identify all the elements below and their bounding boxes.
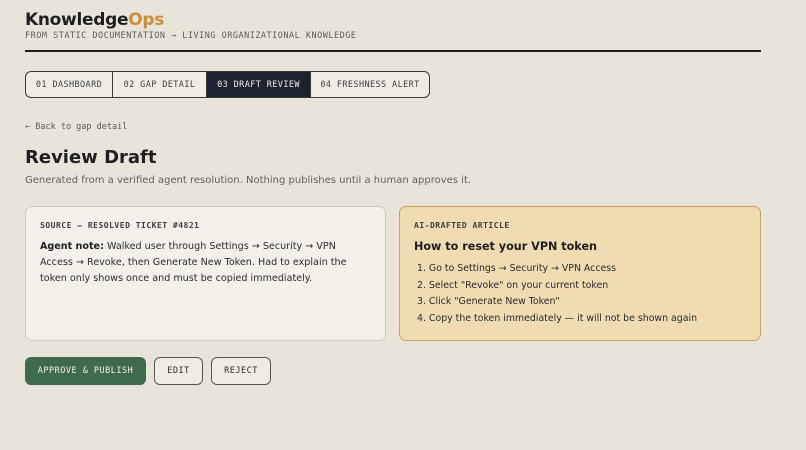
approve-publish-button[interactable]: APPROVE & PUBLISH — [25, 357, 146, 385]
article-step: 3. Click "Generate New Token" — [417, 296, 560, 307]
agent-note: Agent note: Walked user through Settings… — [40, 239, 371, 287]
page-subtitle: Generated from a verified agent resoluti… — [25, 175, 472, 186]
draft-card-heading: AI-DRAFTED ARTICLE — [414, 221, 510, 230]
app-root: KnowledgeOps FROM STATIC DOCUMENTATION →… — [0, 0, 806, 450]
tab-freshness-alert[interactable]: 04 FRESHNESS ALERT — [311, 72, 429, 97]
source-ticket-card: SOURCE — RESOLVED TICKET #4821 Agent not… — [25, 206, 386, 341]
article-steps: 1. Go to Settings → Security → VPN Acces… — [414, 261, 746, 327]
article-title: How to reset your VPN token — [414, 240, 597, 253]
page-title: Review Draft — [25, 147, 157, 168]
tab-draft-review[interactable]: 03 DRAFT REVIEW — [207, 72, 311, 97]
tab-dashboard[interactable]: 01 DASHBOARD — [26, 72, 113, 97]
article-step: 4. Copy the token immediately — it will … — [417, 312, 698, 324]
article-step: 1. Go to Settings → Security → VPN Acces… — [417, 263, 617, 274]
draft-article-card: AI-DRAFTED ARTICLE How to reset your VPN… — [399, 206, 761, 341]
header-divider — [25, 50, 761, 52]
edit-button[interactable]: EDIT — [154, 357, 203, 385]
step-tabs: 01 DASHBOARD 02 GAP DETAIL 03 DRAFT REVI… — [25, 71, 430, 98]
brand-logo: KnowledgeOps — [25, 10, 164, 30]
article-step: 2. Select "Revoke" on your current token — [417, 279, 609, 291]
brand-name-accent: Ops — [128, 10, 165, 30]
agent-note-label: Agent note: — [40, 241, 104, 252]
brand-name-main: Knowledge — [25, 10, 129, 30]
reject-button[interactable]: REJECT — [211, 357, 271, 385]
brand-tagline: FROM STATIC DOCUMENTATION → LIVING ORGAN… — [25, 31, 357, 41]
back-to-gap-detail-link[interactable]: ← Back to gap detail — [25, 122, 127, 132]
source-card-heading: SOURCE — RESOLVED TICKET #4821 — [40, 221, 200, 230]
tab-gap-detail[interactable]: 02 GAP DETAIL — [113, 72, 207, 97]
